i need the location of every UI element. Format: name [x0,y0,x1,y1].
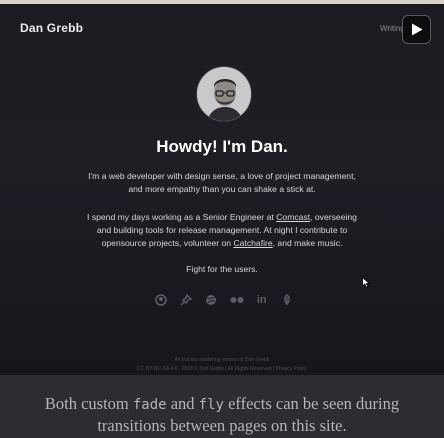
caption-text-a: Both custom [44,394,133,413]
intro-paragraph-1: I'm a web developer with design sense, a… [60,170,384,196]
comcast-link[interactable]: Comcast [276,212,310,222]
intro-paragraph-2: I spend my days working as a Senior Engi… [60,211,384,250]
site-brand[interactable]: Dan Grebb [20,21,83,35]
caption-code-fly: fly [198,397,224,413]
intro-p2-text-d: , and make music. [272,238,343,248]
github-icon[interactable] [154,293,168,307]
intro-p2-text-a: I spend my days working as a Senior Engi… [87,212,277,222]
caption-line-1: Both custom fade and fly effects can be … [0,394,444,414]
page-title: Howdy! I'm Dan. [156,137,288,156]
avatar-portrait [197,67,251,121]
caption-text-b: and [166,394,199,413]
social-links: in [154,292,294,308]
intro-p2-line3: opensource projects, volunteer on Catcha… [60,237,384,250]
footer-line-2: CC BY-NC-SA 4.0 · 2023 © Dan Grebb | All… [137,366,307,372]
caption-line-2: transitions between pages on this site. [97,416,347,435]
avatar [196,66,252,122]
flickr-icon[interactable] [230,293,244,307]
linkedin-icon[interactable]: in [255,293,269,307]
play-icon [411,23,422,36]
intro-p2-text-b: , overseeing [310,212,357,222]
intro-p2-line2: and building tools for release managemen… [96,225,348,235]
mouse-cursor-icon [362,277,370,288]
caption-code-fade: fade [132,397,167,413]
intro-p2-line1: I spend my days working as a Senior Engi… [60,211,384,224]
pin-icon[interactable] [179,293,193,307]
website-preview: Dan Grebb Writing Howdy! I'm Dan. I'm a … [0,4,444,375]
tagline: Fight for the users. [186,264,258,274]
catchafire-link[interactable]: Catchafire [233,238,272,248]
caption-box: Both custom fade and fly effects can be … [0,375,444,438]
intro-p1-line2: and more empathy than you can shake a st… [128,184,316,194]
intro-p1-line1: I'm a web developer with design sense, a… [88,171,356,181]
intro-p2-text-c: opensource projects, volunteer on [101,238,234,248]
caption-text-c: effects can be seen during [223,394,400,413]
play-button[interactable] [402,15,431,44]
feather-icon[interactable] [280,293,294,307]
dribbble-icon[interactable] [204,293,218,307]
footer-line-1: All text the rendering version of Dan Gr… [174,357,270,363]
